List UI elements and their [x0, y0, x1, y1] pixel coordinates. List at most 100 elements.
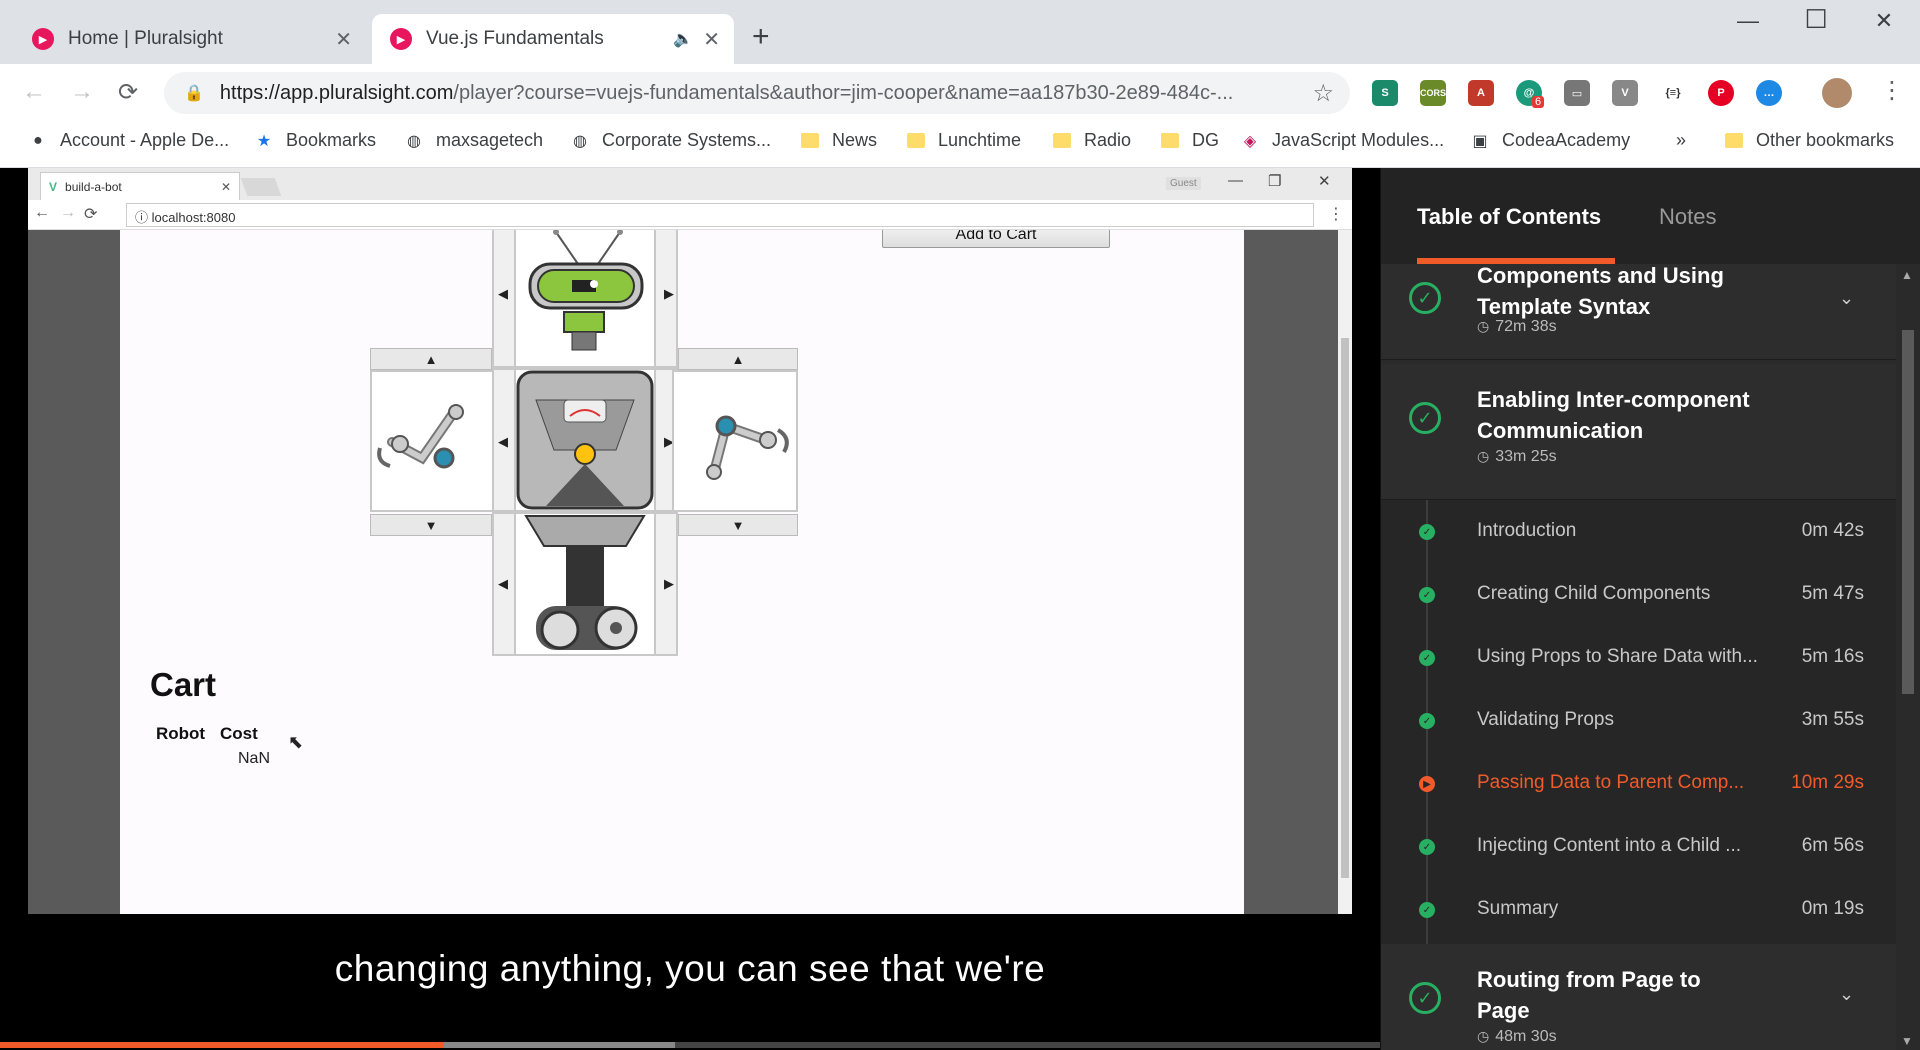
scroll-down-icon[interactable]: ▼: [1901, 1034, 1913, 1048]
module-components-template-syntax[interactable]: ✓ Components and Using Template Syntax ◷ 7…: [1381, 263, 1896, 360]
new-tab-button[interactable]: +: [752, 20, 770, 54]
bookmark-item[interactable]: ● Account - Apple De...: [28, 130, 229, 151]
extension-badge-count: 6: [1532, 96, 1545, 108]
watched-check-icon: ✓: [1419, 587, 1435, 603]
module-title: Routing from Page to Page: [1477, 967, 1701, 1023]
extension-json-icon[interactable]: {≡}: [1660, 80, 1686, 106]
clip-item[interactable]: ✓ Introduction 0m 42s: [1381, 500, 1896, 563]
watched-check-icon: ✓: [1419, 650, 1435, 666]
bookmark-item[interactable]: ▣ CodeaAcademy: [1470, 130, 1630, 151]
cart-heading: Cart: [150, 666, 217, 703]
bookmark-item[interactable]: ◍ maxsagetech: [404, 130, 543, 151]
extension-messenger-icon[interactable]: …: [1756, 80, 1782, 106]
folder-icon: [1052, 131, 1072, 151]
close-window-button[interactable]: ✕: [1854, 8, 1914, 34]
clip-title: Validating Props: [1477, 709, 1614, 730]
bookmark-label: Radio: [1084, 130, 1132, 150]
bookmark-item[interactable]: DG: [1160, 130, 1219, 151]
tab-vuejs-fundamentals[interactable]: ▶ Vue.js Fundamentals 🔈 ✕: [372, 14, 734, 64]
other-bookmarks[interactable]: Other bookmarks: [1724, 130, 1894, 151]
tab-home-pluralsight[interactable]: ▶ Home | Pluralsight ✕: [14, 14, 366, 64]
folder-icon: [800, 131, 820, 151]
sidebar-scrollbar-thumb[interactable]: [1902, 330, 1914, 694]
bookmark-item[interactable]: Lunchtime: [906, 130, 1021, 151]
back-arrow-icon: ←: [34, 204, 50, 221]
back-arrow-icon[interactable]: ←: [22, 78, 46, 106]
tab-table-of-contents[interactable]: Table of Contents: [1417, 204, 1601, 230]
module-inter-component-communication[interactable]: ✓ Enabling Inter-component Communication …: [1381, 364, 1896, 500]
clip-title: Using Props to Share Data with...: [1477, 646, 1758, 667]
globe-icon: ◍: [573, 132, 587, 150]
module-title: Enabling Inter-component Communication: [1477, 387, 1750, 443]
chevron-down-icon[interactable]: ⌄: [1839, 288, 1854, 309]
address-url[interactable]: https://app.pluralsight.com/player?cours…: [220, 82, 1297, 105]
bookmark-item[interactable]: ★ Bookmarks: [254, 130, 376, 151]
chevron-down-icon[interactable]: ⌄: [1839, 984, 1854, 1005]
extension-cors-icon[interactable]: CORS: [1420, 80, 1446, 106]
extension-comment-icon[interactable]: ▭: [1564, 80, 1590, 106]
robot-torso: [514, 368, 656, 512]
clip-duration: 0m 42s: [1801, 520, 1864, 541]
recorded-scrollbar-thumb: [1341, 338, 1349, 878]
bookmarks-overflow-button[interactable]: »: [1676, 130, 1686, 151]
clip-duration: 5m 16s: [1801, 646, 1864, 667]
bookmark-star-icon[interactable]: ☆: [1312, 79, 1334, 108]
pluralsight-favicon-icon: ▶: [32, 28, 54, 50]
tab-notes[interactable]: Notes: [1659, 204, 1716, 230]
recorded-tab-title: build-a-bot: [65, 179, 122, 194]
chrome-menu-icon[interactable]: ⋮: [1880, 76, 1904, 105]
recorded-address-bar: ⓘ localhost:8080: [126, 203, 1314, 227]
robot-head: [514, 230, 656, 368]
recorded-toolbar: ← → ⟳ ⓘ localhost:8080 ⋮: [28, 200, 1352, 230]
clip-item[interactable]: ✓ Validating Props 3m 55s: [1381, 689, 1896, 752]
bookmark-item[interactable]: ◍ Corporate Systems...: [570, 130, 771, 151]
head-next-button: ▶: [664, 286, 674, 301]
robot-right-arm: [672, 370, 798, 512]
robot-left-arm: [370, 370, 498, 512]
clip-item-current[interactable]: ▶ Passing Data to Parent Comp... 10m 29s: [1381, 752, 1896, 815]
bookmark-item[interactable]: Radio: [1052, 130, 1131, 151]
extension-pinterest-icon[interactable]: P: [1708, 80, 1734, 106]
bookmark-item[interactable]: News: [800, 130, 877, 151]
maximize-window-button[interactable]: ☐: [1786, 4, 1846, 35]
video-caption: changing anything, you can see that we'r…: [334, 948, 1046, 989]
close-tab-icon[interactable]: ✕: [703, 27, 720, 52]
bookmark-label: News: [832, 130, 878, 150]
clip-item[interactable]: ✓ Using Props to Share Data with... 5m 1…: [1381, 626, 1896, 689]
completed-check-icon: ✓: [1409, 402, 1441, 434]
extension-pdf-icon[interactable]: A: [1468, 80, 1494, 106]
star-icon: ★: [256, 132, 272, 150]
extension-vue-devtools-icon[interactable]: V: [1612, 80, 1638, 106]
watched-check-icon: ✓: [1419, 902, 1435, 918]
clip-duration: 3m 55s: [1801, 709, 1864, 730]
module-routing-page-to-page[interactable]: ✓ Routing from Page to Page ◷ 48m 30s ⌄: [1381, 944, 1896, 1050]
video-progress-fill: [0, 1042, 445, 1048]
forward-arrow-icon[interactable]: →: [70, 78, 94, 106]
minimize-window-button[interactable]: —: [1718, 8, 1778, 34]
bookmark-label: Other bookmarks: [1756, 130, 1895, 150]
clip-item[interactable]: ✓ Summary 0m 19s: [1381, 878, 1896, 941]
clip-item[interactable]: ✓ Creating Child Components 5m 47s: [1381, 563, 1896, 626]
video-player[interactable]: V build-a-bot ✕ Guest — ❐ ✕ ← → ⟳ ⓘ loca…: [0, 168, 1380, 1050]
clip-item[interactable]: ✓ Injecting Content into a Child ... 6m …: [1381, 815, 1896, 878]
extension-s-icon[interactable]: S: [1372, 80, 1398, 106]
scroll-up-icon[interactable]: ▲: [1901, 268, 1913, 282]
sidebar-scrollbar[interactable]: ▲ ▼: [1896, 264, 1920, 1050]
reload-icon[interactable]: ⟳: [118, 78, 138, 107]
video-progress-bar[interactable]: [0, 1042, 1380, 1048]
globe-icon: ◍: [407, 132, 421, 150]
left-arm-image: [377, 404, 464, 469]
bookmark-item[interactable]: ◈ JavaScript Modules...: [1240, 130, 1444, 151]
bookmark-label: Bookmarks: [286, 130, 377, 150]
lock-icon[interactable]: 🔒: [184, 83, 204, 103]
speaker-muted-icon[interactable]: 🔈: [673, 29, 693, 49]
profile-avatar[interactable]: [1822, 78, 1852, 108]
close-tab-icon[interactable]: ✕: [335, 27, 352, 52]
clip-list: ✓ Introduction 0m 42s ✓ Creating Child C…: [1381, 500, 1896, 944]
url-host: https://app.pluralsight.com: [219, 81, 454, 104]
watched-check-icon: ✓: [1419, 839, 1435, 855]
address-bar[interactable]: 🔒 https://app.pluralsight.com/player?cou…: [164, 72, 1350, 114]
guest-badge: Guest: [1166, 177, 1201, 190]
sidebar-tabs: Table of Contents Notes: [1381, 168, 1920, 264]
module-duration: ◷ 33m 25s: [1477, 448, 1557, 465]
